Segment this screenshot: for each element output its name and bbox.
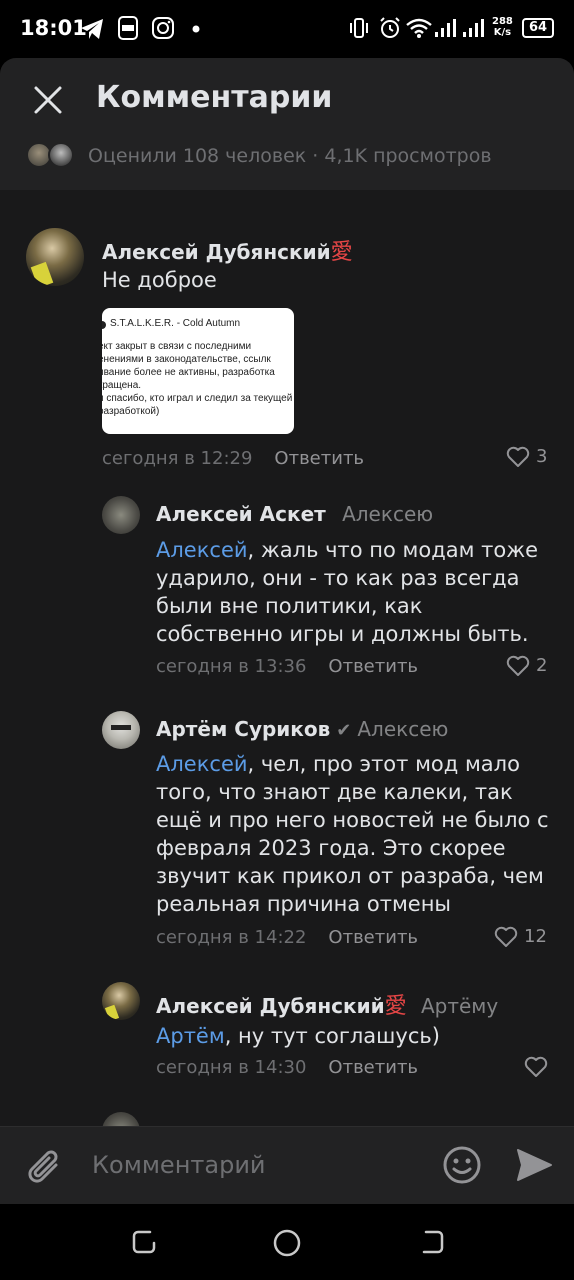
comment-header: Алексей Дубянский愛 Артёму <box>156 988 498 1020</box>
send-icon[interactable] <box>514 1145 554 1185</box>
author-name[interactable]: Алексей Аскет <box>156 502 326 526</box>
avatar[interactable] <box>102 982 140 1020</box>
like-count: 12 <box>524 926 547 947</box>
comment-input[interactable]: Комментарий <box>92 1151 266 1179</box>
live-icon <box>118 16 138 40</box>
status-bar: 18:01 288 K/s 64 <box>0 0 574 58</box>
system-nav-bar <box>0 1204 574 1280</box>
telegram-icon <box>81 19 103 39</box>
comment-time: сегодня в 14:30 <box>156 1057 307 1078</box>
header: Комментарии Оценили 108 человек · 4,1K п… <box>0 58 574 190</box>
battery-level: 64 <box>528 20 548 35</box>
badge-icon: 愛 <box>384 994 407 1019</box>
author-name[interactable]: Артём Суриков <box>156 717 330 741</box>
attach-icon[interactable] <box>26 1147 64 1187</box>
instagram-icon <box>152 17 174 39</box>
comment-body: , чел, про этот мод мало того, что знают… <box>156 752 549 916</box>
attachment-body: ект закрыт в связи с последними енениями… <box>102 341 293 417</box>
wifi-icon <box>406 18 432 38</box>
signal-icon <box>463 19 484 37</box>
recents-icon[interactable] <box>130 1228 158 1256</box>
comment-text: Не доброе <box>102 268 217 292</box>
reply-to[interactable]: Алексею <box>342 502 433 526</box>
comment-body: , ну тут соглашусь) <box>224 1024 440 1048</box>
emoji-icon[interactable] <box>442 1145 482 1185</box>
attachment-title: S.T.A.L.K.E.R. - Cold Autumn <box>110 318 241 329</box>
comment-meta: сегодня в 12:29 Ответить <box>102 448 364 469</box>
mention-link[interactable]: Алексей <box>156 752 248 776</box>
heart-icon <box>506 655 530 676</box>
likers-avatars[interactable] <box>26 142 78 170</box>
like-count: 2 <box>536 655 548 676</box>
like-button[interactable]: 3 <box>506 446 547 468</box>
heart-icon <box>506 446 530 467</box>
battery-icon: 64 <box>522 18 554 38</box>
reply-to[interactable]: Артёму <box>421 994 498 1018</box>
avatar[interactable] <box>102 496 140 534</box>
vibrate-icon <box>350 18 368 38</box>
comment-header: Артём Суриков ✔ Алексею <box>156 717 448 741</box>
reply-button[interactable]: Ответить <box>274 448 364 469</box>
badge-icon: 愛 <box>330 240 353 265</box>
comment-meta: сегодня в 14:22 Ответить <box>156 927 418 948</box>
mod-logo-icon <box>102 321 106 329</box>
reactions-stats[interactable]: Оценили 108 человек · 4,1K просмотров <box>88 145 492 167</box>
reply-button[interactable]: Ответить <box>328 927 418 948</box>
avatar <box>48 142 74 168</box>
comment-time: сегодня в 12:29 <box>102 448 253 469</box>
comment-header: Алексей Аскет Алексею <box>156 502 433 526</box>
comment-text: Артём, ну тут соглашусь) <box>156 1022 548 1050</box>
comment-composer: Комментарий <box>0 1126 574 1204</box>
comment-time: сегодня в 13:36 <box>156 656 307 677</box>
avatar[interactable] <box>26 228 84 286</box>
net-speed-unit: K/s <box>493 27 512 38</box>
like-count: 3 <box>536 446 548 467</box>
comment-time: сегодня в 14:22 <box>156 927 307 948</box>
page-title: Комментарии <box>96 80 333 115</box>
comment-meta: сегодня в 14:30 Ответить <box>156 1057 418 1078</box>
reply-to[interactable]: Алексею <box>357 717 448 741</box>
comment-header: Алексей Дубянский愛 <box>102 234 353 266</box>
alarm-icon <box>380 17 400 38</box>
signal-icon <box>435 19 456 37</box>
heart-icon <box>524 1056 548 1077</box>
like-button[interactable]: 2 <box>506 655 547 677</box>
author-name[interactable]: Алексей Дубянский <box>102 240 331 264</box>
dot-icon <box>192 25 200 33</box>
net-speed: 288 K/s <box>492 16 513 38</box>
home-icon[interactable] <box>272 1228 302 1258</box>
comment-meta: сегодня в 13:36 Ответить <box>156 656 418 677</box>
reply-button[interactable]: Ответить <box>328 1057 418 1078</box>
reply-button[interactable]: Ответить <box>328 656 418 677</box>
comments-sheet: Комментарии Оценили 108 человек · 4,1K п… <box>0 58 574 1204</box>
author-name[interactable]: Алексей Дубянский <box>156 994 385 1018</box>
net-speed-value: 288 <box>492 16 513 27</box>
verified-check-icon: ✔ <box>336 720 352 741</box>
close-icon[interactable] <box>28 80 68 120</box>
like-button[interactable] <box>524 1056 554 1078</box>
mention-link[interactable]: Алексей <box>156 538 248 562</box>
heart-icon <box>494 926 518 947</box>
comment-text: Алексей, чел, про этот мод мало того, чт… <box>156 750 556 918</box>
mention-link[interactable]: Артём <box>156 1024 225 1048</box>
like-button[interactable]: 12 <box>494 926 547 948</box>
status-time: 18:01 <box>20 16 87 40</box>
attachment-image[interactable]: S.T.A.L.K.E.R. - Cold Autumn ект закрыт … <box>102 308 294 434</box>
avatar[interactable] <box>102 711 140 749</box>
back-icon[interactable] <box>418 1228 446 1256</box>
comment-text: Алексей, жаль что по модам тоже ударило,… <box>156 536 548 648</box>
